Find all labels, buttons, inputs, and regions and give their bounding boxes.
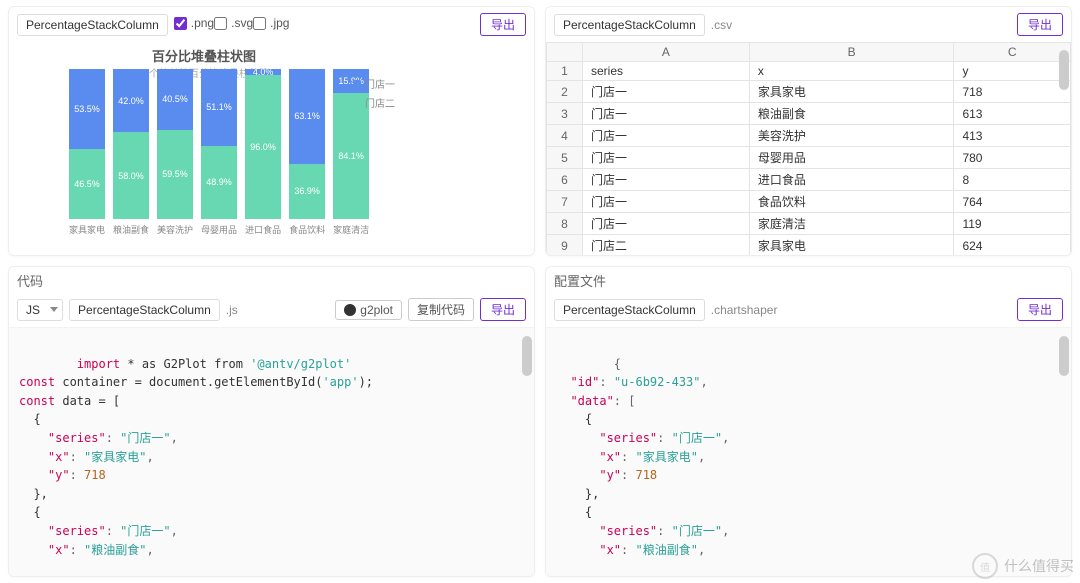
image-filename-input[interactable]: PercentageStackColumn [17, 14, 168, 36]
scrollbar-thumb[interactable] [1059, 336, 1069, 376]
format-checkbox[interactable]: .svg [214, 16, 253, 30]
chart-title: 百分比堆叠柱状图 [69, 46, 339, 65]
table-cell[interactable]: 624 [954, 235, 1071, 256]
table-row[interactable]: 3门店一粮油副食613 [547, 103, 1071, 125]
code-panel: 代码 JS PercentageStackColumn .js g2plot 复… [8, 266, 535, 577]
table-row[interactable]: 7门店一食品饮料764 [547, 191, 1071, 213]
config-section-title: 配置文件 [546, 267, 1071, 292]
table-cell[interactable]: 母婴用品 [749, 147, 954, 169]
csv-panel: PercentageStackColumn .csv 导出 ABC1series… [545, 6, 1072, 256]
table-cell[interactable]: 门店一 [583, 213, 750, 235]
code-ext-label: .js [226, 303, 238, 317]
chart-legend: 门店一门店二 [353, 76, 395, 249]
table-row[interactable]: 2门店一家具家电718 [547, 81, 1071, 103]
csv-ext-label: .csv [711, 18, 732, 32]
table-cell[interactable]: 764 [954, 191, 1071, 213]
table-cell[interactable]: 食品饮料 [749, 191, 954, 213]
export-csv-button[interactable]: 导出 [1017, 13, 1063, 36]
config-editor[interactable]: { "id": "u-6b92-433", "data": [ { "serie… [546, 328, 1071, 576]
table-row[interactable]: 6门店一进口食品8 [547, 169, 1071, 191]
table-cell[interactable]: 家具家电 [749, 81, 954, 103]
table-cell[interactable]: series [583, 62, 750, 81]
table-cell[interactable]: 美容洗护 [749, 125, 954, 147]
table-cell[interactable]: 413 [954, 125, 1071, 147]
chart-bar: 58.0%42.0%粮油副食 [113, 69, 149, 236]
table-cell[interactable]: 门店一 [583, 103, 750, 125]
config-ext-label: .chartshaper [711, 303, 778, 317]
chart: 百分比堆叠柱状图 一个简单的百分比堆叠柱状图 46.5%53.5%家具家电58.… [69, 46, 339, 249]
code-panel-header: JS PercentageStackColumn .js g2plot 复制代码… [9, 292, 534, 328]
table-cell[interactable]: 门店一 [583, 147, 750, 169]
table-row[interactable]: 5门店一母婴用品780 [547, 147, 1071, 169]
g2plot-link-button[interactable]: g2plot [335, 300, 402, 320]
code-editor[interactable]: import * as G2Plot from '@antv/g2plot' c… [9, 328, 534, 576]
legend-item: 门店一 [353, 76, 395, 91]
config-panel-header: PercentageStackColumn .chartshaper 导出 [546, 292, 1071, 328]
table-cell[interactable]: 718 [954, 81, 1071, 103]
table-cell[interactable]: 门店一 [583, 81, 750, 103]
config-panel: 配置文件 PercentageStackColumn .chartshaper … [545, 266, 1072, 577]
copy-code-button[interactable]: 复制代码 [408, 298, 474, 321]
table-cell[interactable]: 613 [954, 103, 1071, 125]
format-checkbox[interactable]: .jpg [253, 16, 289, 30]
chevron-down-icon [50, 307, 58, 312]
export-image-button[interactable]: 导出 [480, 13, 526, 36]
github-icon [344, 304, 356, 316]
table-cell[interactable]: 家具家电 [749, 235, 954, 256]
csv-panel-header: PercentageStackColumn .csv 导出 [546, 7, 1071, 42]
chart-bar: 46.5%53.5%家具家电 [69, 69, 105, 236]
legend-item: 门店二 [353, 95, 395, 110]
chart-preview-body: 百分比堆叠柱状图 一个简单的百分比堆叠柱状图 46.5%53.5%家具家电58.… [9, 42, 534, 255]
csv-filename-input[interactable]: PercentageStackColumn [554, 14, 705, 36]
table-row[interactable]: 4门店一美容洗护413 [547, 125, 1071, 147]
export-code-button[interactable]: 导出 [480, 298, 526, 321]
code-filename-input[interactable]: PercentageStackColumn [69, 299, 220, 321]
config-filename-input[interactable]: PercentageStackColumn [554, 299, 705, 321]
table-cell[interactable]: 门店二 [583, 235, 750, 256]
export-config-button[interactable]: 导出 [1017, 298, 1063, 321]
table-cell[interactable]: 门店一 [583, 169, 750, 191]
code-language-select[interactable]: JS [17, 299, 63, 321]
table-row[interactable]: 9门店二家具家电624 [547, 235, 1071, 256]
scrollbar-thumb[interactable] [522, 336, 532, 376]
format-checkbox[interactable]: .png [174, 16, 214, 30]
chart-bar: 48.9%51.1%母婴用品 [201, 69, 237, 236]
image-panel-header: PercentageStackColumn .png.svg.jpg 导出 [9, 7, 534, 42]
csv-table: ABC1seriesxy2门店一家具家电7183门店一粮油副食6134门店一美容… [546, 42, 1071, 255]
chart-bar: 59.5%40.5%美容洗护 [157, 69, 193, 236]
table-cell[interactable]: 粮油副食 [749, 103, 954, 125]
chart-bar: 96.0%4.0%进口食品 [245, 69, 281, 236]
table-cell[interactable]: 家庭清洁 [749, 213, 954, 235]
table-cell[interactable]: 门店一 [583, 191, 750, 213]
table-cell[interactable]: 780 [954, 147, 1071, 169]
table-row[interactable]: 8门店一家庭清洁119 [547, 213, 1071, 235]
image-export-panel: PercentageStackColumn .png.svg.jpg 导出 百分… [8, 6, 535, 256]
table-cell[interactable]: x [749, 62, 954, 81]
scrollbar-thumb[interactable] [1059, 50, 1069, 90]
table-cell[interactable]: y [954, 62, 1071, 81]
table-row[interactable]: 1seriesxy [547, 62, 1071, 81]
table-cell[interactable]: 门店一 [583, 125, 750, 147]
csv-table-scroll[interactable]: ABC1seriesxy2门店一家具家电7183门店一粮油副食6134门店一美容… [546, 42, 1071, 255]
chart-bar: 36.9%63.1%食品饮料 [289, 69, 325, 236]
table-cell[interactable]: 119 [954, 213, 1071, 235]
table-cell[interactable]: 8 [954, 169, 1071, 191]
code-section-title: 代码 [9, 267, 534, 292]
table-cell[interactable]: 进口食品 [749, 169, 954, 191]
